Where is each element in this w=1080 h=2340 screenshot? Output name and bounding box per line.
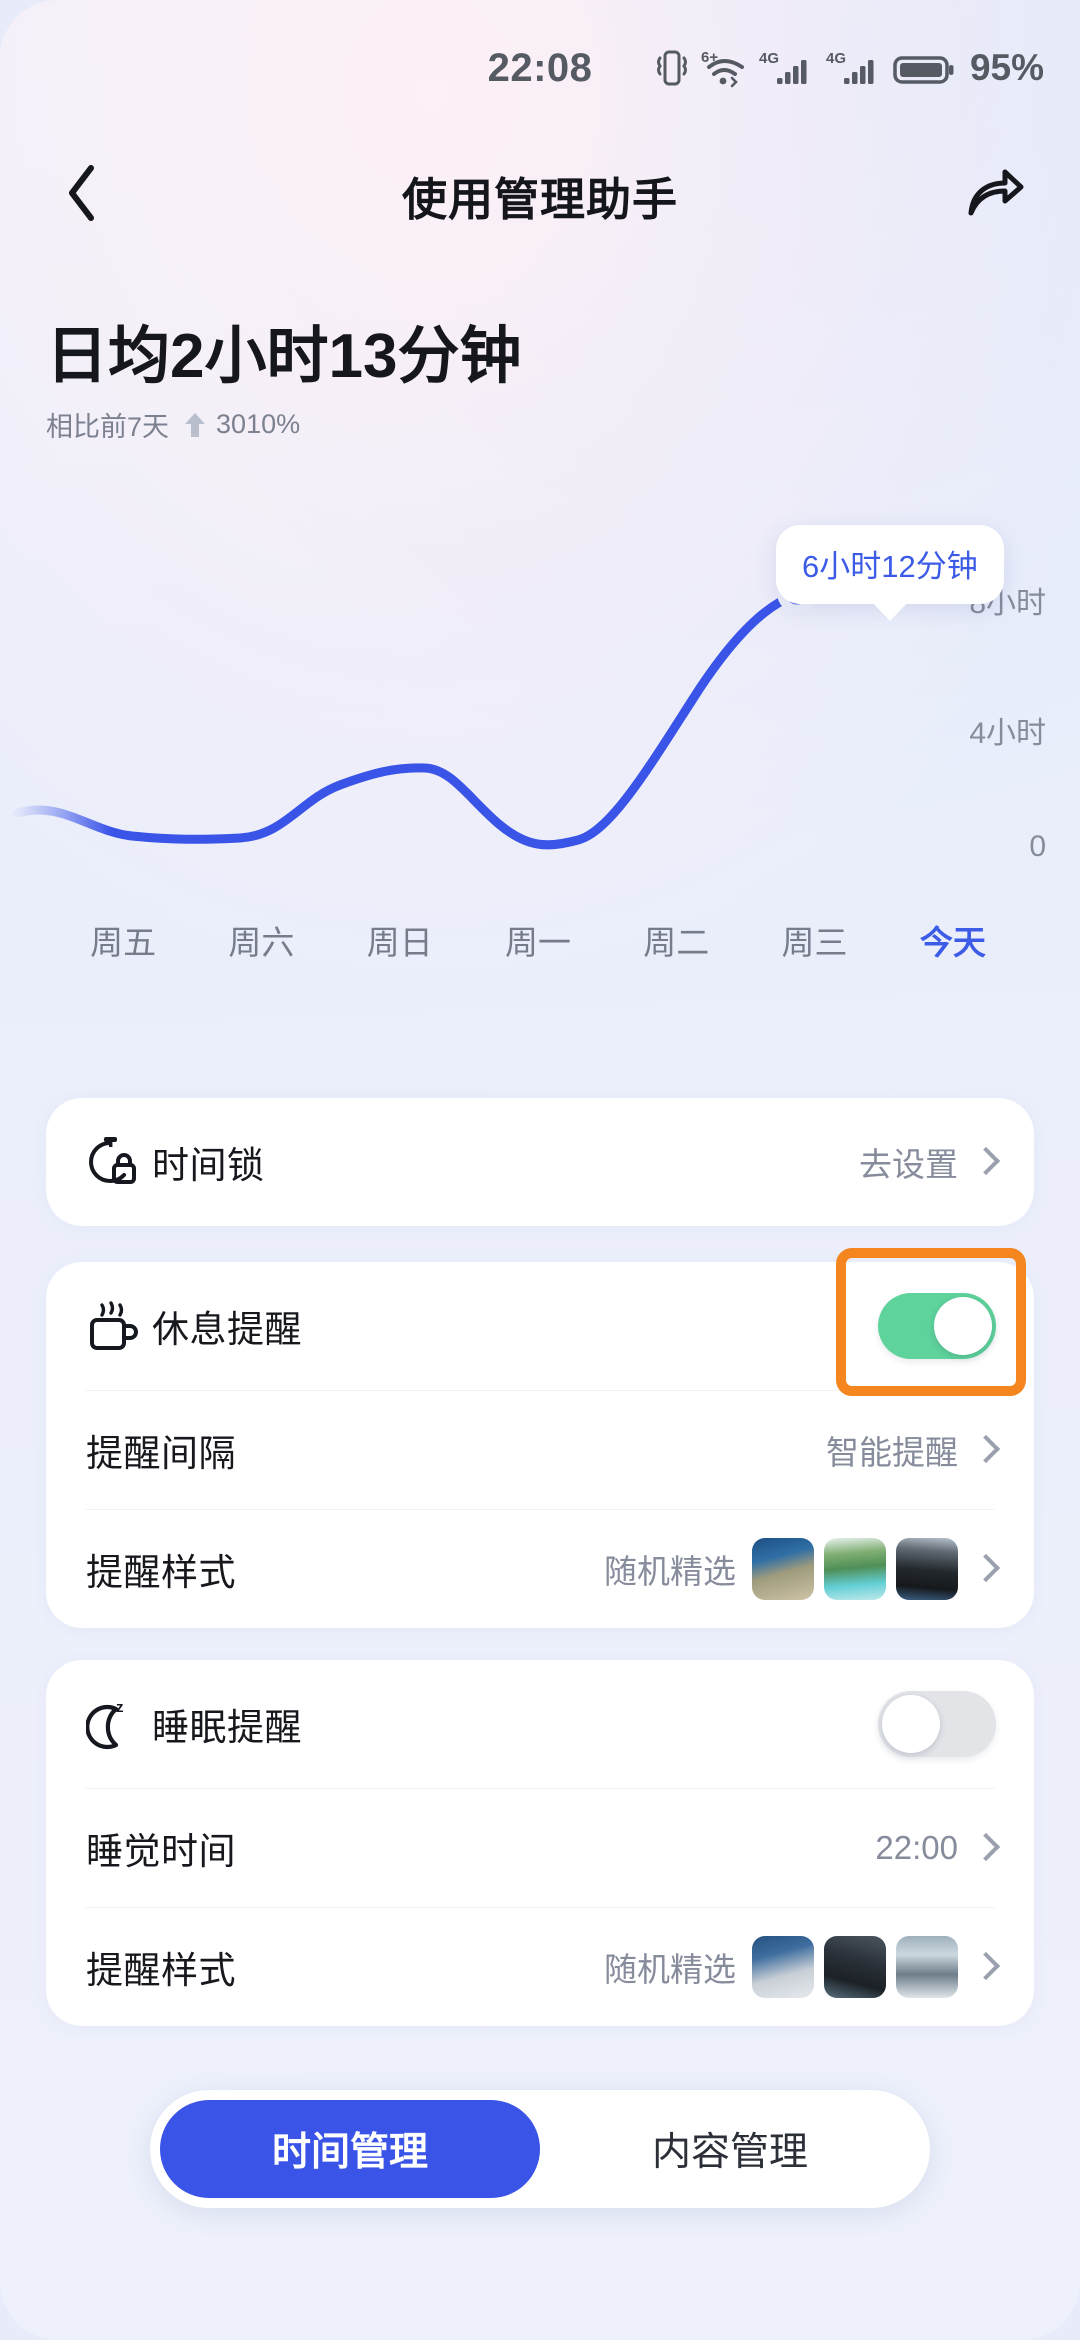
thumbnail-preview <box>896 1538 958 1600</box>
row-label-reminder-style: 提醒样式 <box>86 1552 236 1593</box>
wifi-6-plus-icon: 6+ <box>700 47 748 89</box>
thumbnail-preview <box>824 1936 886 1998</box>
row-value-reminder-style: 随机精选 <box>604 1553 736 1590</box>
row-action-time-lock[interactable]: 去设置 <box>859 1138 996 1186</box>
row-sleep-reminder[interactable]: z 睡眠提醒 <box>46 1660 1034 1788</box>
row-action-break-reminder[interactable] <box>878 1293 996 1359</box>
usage-comparison: 相比前7天 3010% <box>46 405 521 444</box>
row-label-break-reminder: 休息提醒 <box>152 1309 302 1350</box>
row-value-reminder-interval: 智能提醒 <box>826 1434 958 1471</box>
row-action-sleep-reminder-style[interactable]: 随机精选 <box>604 1936 996 1998</box>
chevron-right-icon <box>974 1551 996 1587</box>
thumbnail-preview <box>824 1538 886 1600</box>
chevron-right-icon <box>974 1432 996 1468</box>
thumbnail-preview <box>752 1936 814 1998</box>
svg-text:4G: 4G <box>826 50 846 67</box>
y-tick-0: 0 <box>1029 830 1046 863</box>
row-label-reminder-interval: 提醒间隔 <box>86 1433 236 1474</box>
x-tick-2[interactable]: 周日 <box>331 916 469 964</box>
coffee-cup-icon <box>86 1299 152 1353</box>
x-tick-3[interactable]: 周一 <box>469 916 607 964</box>
x-tick-1[interactable]: 周六 <box>192 916 330 964</box>
y-tick-4h: 4小时 <box>969 717 1046 750</box>
row-value-sleep-reminder-style: 随机精选 <box>604 1951 736 1988</box>
chart-line-series <box>13 590 800 850</box>
status-bar: 22:08 6+ 4G 4G 95% <box>0 0 1080 112</box>
row-label-bedtime: 睡觉时间 <box>86 1831 236 1872</box>
bottom-tab-bar: 时间管理 内容管理 <box>150 2090 930 2208</box>
row-value-bedtime: 22:00 <box>875 1829 958 1866</box>
row-sleep-reminder-style[interactable]: 提醒样式 随机精选 <box>46 1908 1034 2026</box>
usage-headline: 日均2小时13分钟 <box>46 322 522 391</box>
row-bedtime[interactable]: 睡觉时间 22:00 <box>46 1789 1034 1907</box>
tab-time-management[interactable]: 时间管理 <box>160 2100 540 2198</box>
thumbnail-preview <box>752 1538 814 1600</box>
sleep-style-thumbnails[interactable] <box>752 1936 958 1998</box>
card-sleep-reminder: z 睡眠提醒 睡觉时间 22:00 提醒样式 随机精选 <box>46 1660 1034 2026</box>
toggle-sleep-reminder[interactable] <box>878 1691 996 1757</box>
phone-screen: 22:08 6+ 4G 4G 95% 使用管理助手 日均2小时13分钟 相比前7… <box>0 0 1080 2340</box>
chart-x-axis: 周五 周六 周日 周一 周二 周三 今天 <box>0 900 1080 980</box>
row-reminder-interval[interactable]: 提醒间隔 智能提醒 <box>46 1391 1034 1509</box>
x-tick-today[interactable]: 今天 <box>884 916 1022 964</box>
toggle-knob <box>882 1695 940 1753</box>
battery-percent-label: 95% <box>969 47 1044 88</box>
card-break-reminder: 休息提醒 提醒间隔 智能提醒 提醒样式 随机精选 <box>46 1262 1034 1628</box>
reminder-style-thumbnails[interactable] <box>752 1538 958 1600</box>
row-action-reminder-style[interactable]: 随机精选 <box>604 1538 996 1600</box>
thumbnail-preview <box>896 1936 958 1998</box>
row-time-lock[interactable]: 时间锁 去设置 <box>46 1098 1034 1226</box>
row-label-sleep-reminder: 睡眠提醒 <box>152 1707 302 1748</box>
card-time-lock: 时间锁 去设置 <box>46 1098 1034 1226</box>
chart-tooltip: 6小时12分钟 <box>776 525 1004 604</box>
moon-sleep-icon: z <box>86 1697 152 1751</box>
toggle-knob <box>934 1297 992 1355</box>
comparison-prefix-label: 相比前7天 <box>46 412 170 443</box>
usage-summary: 日均2小时13分钟 相比前7天 3010% <box>46 322 521 444</box>
x-tick-4[interactable]: 周二 <box>607 916 745 964</box>
row-action-reminder-interval[interactable]: 智能提醒 <box>826 1426 996 1474</box>
trend-up-icon <box>185 412 206 437</box>
chevron-right-icon <box>974 1949 996 1985</box>
chevron-right-icon <box>974 1144 996 1180</box>
row-reminder-style[interactable]: 提醒样式 随机精选 <box>46 1510 1034 1628</box>
row-action-bedtime[interactable]: 22:00 <box>875 1829 996 1867</box>
vibrate-icon <box>655 47 689 89</box>
signal-4g-icon-2: 4G <box>826 47 882 89</box>
svg-text:4G: 4G <box>759 50 779 67</box>
row-label-time-lock: 时间锁 <box>152 1145 265 1186</box>
comparison-value: 3010% <box>216 409 301 440</box>
row-break-reminder[interactable]: 休息提醒 <box>46 1262 1034 1390</box>
signal-4g-icon: 4G <box>759 47 815 89</box>
row-label-sleep-reminder-style: 提醒样式 <box>86 1950 236 1991</box>
share-button[interactable] <box>946 140 1046 250</box>
status-icon-group: 6+ 4G 4G 95% <box>655 46 1044 90</box>
battery-icon <box>893 47 955 89</box>
svg-text:z: z <box>116 1699 124 1716</box>
page-title: 使用管理助手 <box>401 173 678 225</box>
chevron-right-icon <box>974 1830 996 1866</box>
x-tick-0[interactable]: 周五 <box>54 916 192 964</box>
stopwatch-lock-icon <box>86 1135 152 1189</box>
tab-content-management[interactable]: 内容管理 <box>540 2100 920 2198</box>
row-value-time-lock: 去设置 <box>859 1146 958 1183</box>
row-action-sleep-reminder[interactable] <box>878 1691 996 1757</box>
navigation-bar: 使用管理助手 <box>0 140 1080 250</box>
toggle-break-reminder[interactable] <box>878 1293 996 1359</box>
x-tick-5[interactable]: 周三 <box>745 916 883 964</box>
share-arrow-icon <box>967 167 1025 224</box>
